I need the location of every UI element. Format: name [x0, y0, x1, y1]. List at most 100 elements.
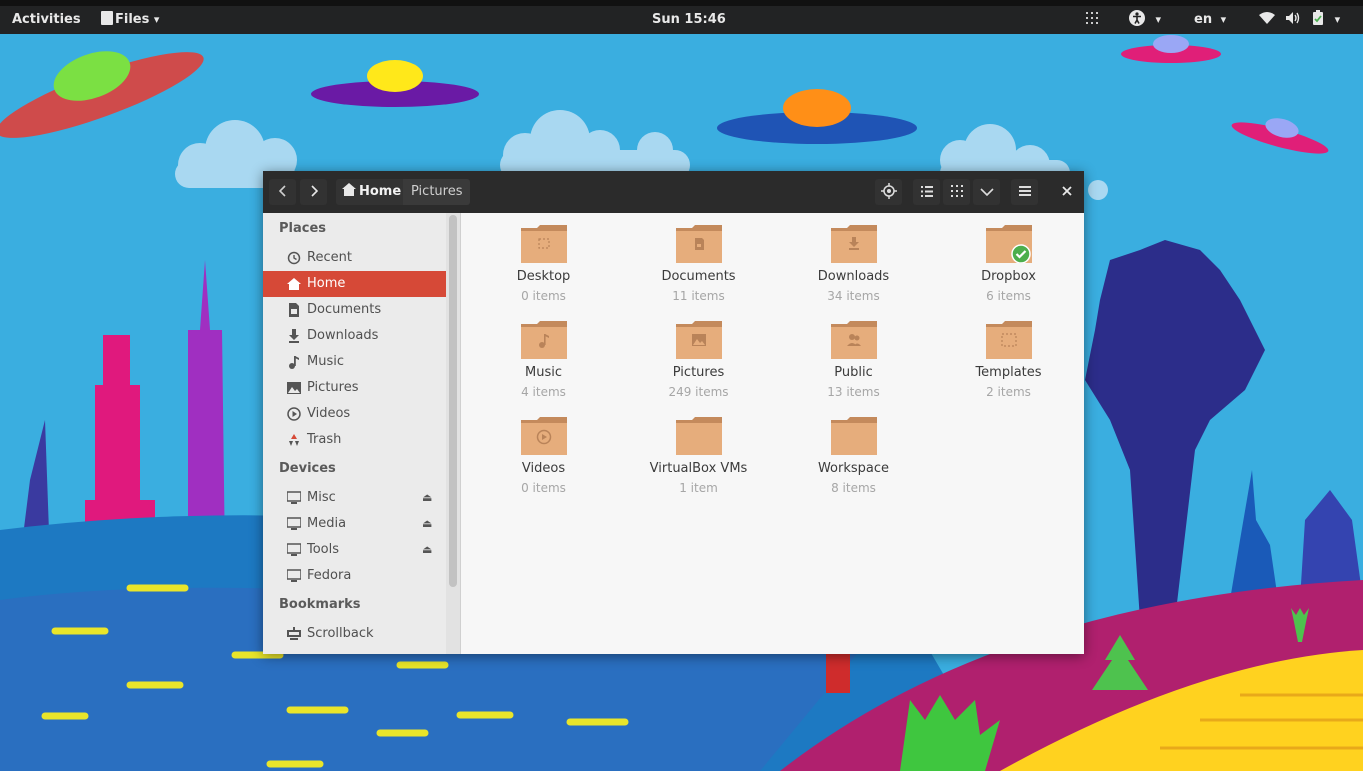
grid-view-button[interactable] — [943, 179, 970, 205]
bookmarks-heading: Bookmarks — [279, 597, 361, 612]
path-home-button[interactable]: Home — [336, 179, 408, 205]
folder-item[interactable]: Pictures 249 items — [621, 309, 776, 401]
sidebar-item-label: Tools — [307, 542, 340, 557]
crosshair-icon — [880, 183, 897, 199]
path-pictures-button[interactable]: Pictures — [403, 179, 471, 205]
sidebar-item-trash[interactable]: Trash — [263, 427, 446, 453]
folder-item[interactable]: Dropbox 6 items — [931, 213, 1086, 305]
sidebar-item-downloads[interactable]: Downloads — [263, 323, 446, 349]
app-menu[interactable]: Files ▾ — [93, 6, 167, 34]
folder-item[interactable]: Downloads 34 items — [776, 213, 931, 305]
sidebar-item-label: Videos — [307, 406, 351, 421]
folder-icon — [521, 321, 567, 359]
sidebar-item-label: Downloads — [307, 328, 379, 343]
grid-view-icon — [950, 185, 963, 197]
folder-icon — [676, 321, 722, 359]
language-label: en — [1194, 12, 1213, 27]
chevron-down-icon: ▾ — [1220, 13, 1227, 26]
language-menu[interactable]: en ▾ — [1194, 6, 1226, 34]
folder-icon — [986, 321, 1032, 359]
folder-count: 249 items — [668, 385, 729, 399]
chevron-down-icon: ▾ — [153, 13, 160, 26]
sidebar-item-label: Recent — [307, 250, 352, 265]
forward-button[interactable] — [300, 179, 327, 205]
drive-icon — [287, 491, 301, 504]
sidebar-item-videos[interactable]: Videos — [263, 401, 446, 427]
clock[interactable]: Sun 15:46 — [652, 6, 726, 34]
home-icon — [287, 278, 301, 290]
folder-item[interactable]: Desktop 0 items — [466, 213, 621, 305]
eject-icon[interactable]: ⏏ — [422, 511, 432, 537]
folder-item[interactable]: Workspace 8 items — [776, 405, 931, 497]
close-button[interactable] — [1053, 179, 1080, 205]
sidebar-item-home[interactable]: Home — [263, 271, 446, 297]
sidebar-item-media[interactable]: Media ⏏ — [263, 511, 446, 537]
sidebar-item-label: Music — [307, 354, 344, 369]
sidebar-item-pictures[interactable]: Pictures — [263, 375, 446, 401]
list-view-icon — [920, 186, 933, 197]
sidebar-item-documents[interactable]: Documents — [263, 297, 446, 323]
sidebar-item-music[interactable]: Music — [263, 349, 446, 375]
folder-name: Music — [525, 365, 562, 380]
chevron-down-icon: ▾ — [1155, 13, 1162, 26]
sidebar-item-label: Misc — [307, 490, 336, 505]
folder-item[interactable]: Music 4 items — [466, 309, 621, 401]
sidebar-item-fedora[interactable]: Fedora — [263, 563, 446, 589]
back-button[interactable] — [269, 179, 296, 205]
folder-item[interactable]: VirtualBox VMs 1 item — [621, 405, 776, 497]
folder-count: 13 items — [827, 385, 880, 399]
folder-count: 11 items — [672, 289, 725, 303]
sidebar-item-recent[interactable]: Recent — [263, 245, 446, 271]
close-icon — [1061, 186, 1072, 196]
sidebar: Places Recent Home Documents Downloads M… — [263, 213, 446, 654]
eject-icon[interactable]: ⏏ — [422, 485, 432, 511]
volume-icon — [1285, 12, 1307, 27]
scrollbar-thumb[interactable] — [449, 215, 457, 587]
sidebar-scrollbar[interactable] — [446, 213, 461, 654]
app-menu-label: Files — [115, 12, 150, 27]
download-icon — [289, 329, 299, 343]
view-options-button[interactable] — [973, 179, 1000, 205]
trash-icon — [289, 434, 299, 446]
play-circle-icon — [287, 407, 301, 421]
folder-count: 0 items — [521, 289, 566, 303]
list-view-button[interactable] — [913, 179, 940, 205]
folder-icon — [676, 225, 722, 263]
folder-item[interactable]: Documents 11 items — [621, 213, 776, 305]
sidebar-item-label: Documents — [307, 302, 382, 317]
files-window: Home Pictures Places Recent Home Documen… — [263, 171, 1084, 654]
menu-button[interactable] — [1011, 179, 1038, 205]
folder-item[interactable]: Templates 2 items — [931, 309, 1086, 401]
folder-icon — [521, 417, 567, 455]
folder-name: Templates — [975, 365, 1042, 380]
app-grid-icon[interactable] — [1086, 6, 1098, 34]
files-app-icon — [101, 11, 113, 25]
sidebar-item-misc[interactable]: Misc ⏏ — [263, 485, 446, 511]
folder-count: 8 items — [831, 481, 876, 495]
chevron-down-icon: ▾ — [1334, 13, 1341, 26]
sidebar-item-scrollback[interactable]: Scrollback — [263, 621, 446, 647]
accessibility-menu[interactable]: ▾ — [1129, 6, 1161, 34]
eject-icon[interactable]: ⏏ — [422, 537, 432, 563]
locate-button[interactable] — [875, 179, 902, 205]
sidebar-item-label: Fedora — [307, 568, 352, 583]
activities-button[interactable]: Activities — [12, 6, 81, 34]
system-menu[interactable]: ▾ — [1259, 6, 1340, 34]
wifi-icon — [1259, 12, 1280, 27]
picture-icon — [287, 382, 301, 394]
sidebar-item-label: Home — [307, 276, 346, 291]
drive-icon — [287, 569, 301, 582]
header-bar: Home Pictures — [263, 171, 1084, 213]
folder-item[interactable]: Videos 0 items — [466, 405, 621, 497]
folder-item[interactable]: Public 13 items — [776, 309, 931, 401]
path-home-label: Home — [359, 184, 402, 199]
folder-name: Public — [834, 365, 873, 380]
sidebar-item-label: Scrollback — [307, 626, 374, 641]
chevron-down-icon — [979, 188, 994, 197]
chevron-right-icon — [310, 185, 318, 197]
folder-name: Downloads — [817, 269, 890, 284]
top-bar: Activities Files ▾ Sun 15:46 ▾ en ▾ ▾ — [0, 6, 1363, 34]
chevron-left-icon — [278, 185, 286, 197]
folder-name: Dropbox — [981, 269, 1036, 284]
sidebar-item-tools[interactable]: Tools ⏏ — [263, 537, 446, 563]
